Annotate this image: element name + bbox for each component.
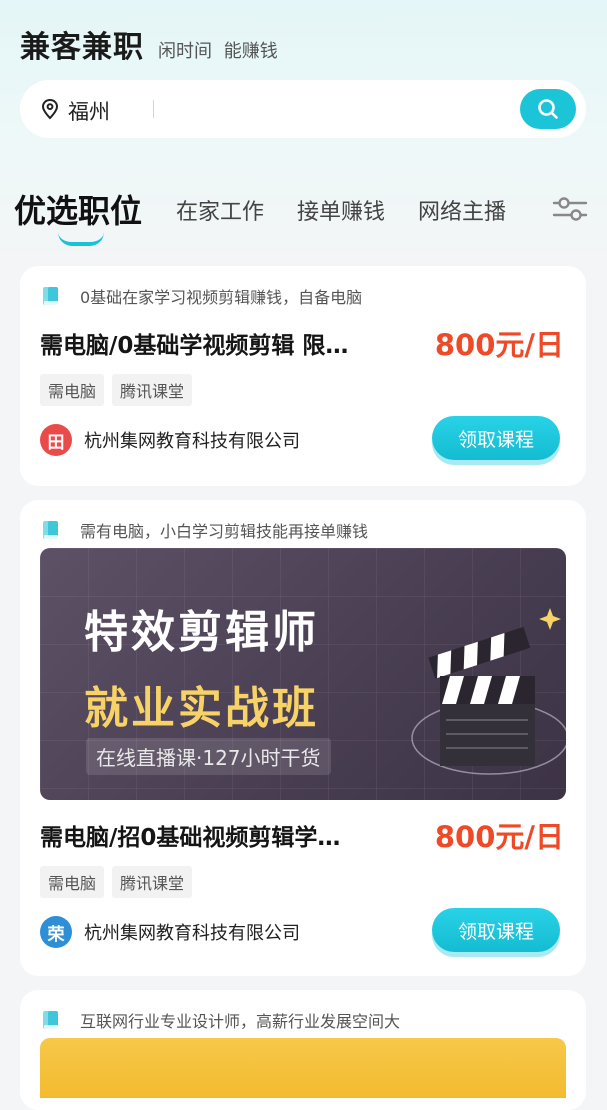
search-divider: [153, 100, 154, 118]
search-icon: [538, 99, 558, 119]
company-avatar: 田: [40, 424, 72, 456]
job-card[interactable]: 需有电脑，小白学习剪辑技能再接单赚钱 特效剪辑师 就业实战班 在线直播课·127…: [20, 500, 586, 976]
job-card[interactable]: 互联网行业专业设计师，高薪行业发展空间大: [20, 990, 586, 1110]
search-bar[interactable]: 福州: [20, 80, 586, 138]
category-tabs: 优选职位 在家工作 接单赚钱 网络主播: [0, 186, 607, 246]
job-title: 需电脑/0基础学视频剪辑 限…: [40, 333, 349, 359]
banner-title: 特效剪辑师: [84, 607, 319, 658]
tab-live-streamer[interactable]: 网络主播: [418, 194, 506, 226]
company-row: 田 杭州集网教育科技有限公司: [40, 424, 300, 456]
search-button[interactable]: [520, 89, 576, 129]
tab-work-from-home[interactable]: 在家工作: [176, 194, 264, 226]
job-tags: 需电脑 腾讯课堂: [40, 866, 193, 898]
company-name: 杭州集网教育科技有限公司: [84, 431, 300, 452]
job-salary: 800元/日: [434, 328, 564, 362]
company-name: 杭州集网教育科技有限公司: [84, 923, 300, 944]
book-icon: [43, 1011, 58, 1029]
book-icon: [43, 521, 58, 539]
filter-sliders-icon[interactable]: [552, 194, 588, 224]
job-tag: 需电脑: [40, 374, 105, 406]
get-course-button[interactable]: 领取课程: [432, 416, 560, 460]
course-banner-image[interactable]: 特效剪辑师 就业实战班 在线直播课·127小时干货: [40, 548, 566, 800]
job-subtitle: 互联网行业专业设计师，高薪行业发展空间大: [80, 1012, 401, 1031]
get-course-button[interactable]: 领取课程: [432, 908, 560, 952]
company-row: 荣 杭州集网教育科技有限公司: [40, 916, 300, 948]
clapperboard-icon: [411, 608, 566, 775]
job-tag: 腾讯课堂: [112, 866, 193, 898]
course-banner-image[interactable]: [40, 1038, 566, 1098]
city-selector[interactable]: 福州: [68, 96, 110, 126]
job-subtitle: 0基础在家学习视频剪辑赚钱，自备电脑: [80, 288, 363, 307]
job-card-subtitle-row: 0基础在家学习视频剪辑赚钱，自备电脑: [42, 284, 362, 308]
job-card[interactable]: 0基础在家学习视频剪辑赚钱，自备电脑 需电脑/0基础学视频剪辑 限… 800元/…: [20, 266, 586, 486]
job-subtitle: 需有电脑，小白学习剪辑技能再接单赚钱: [80, 522, 369, 541]
job-card-subtitle-row: 需有电脑，小白学习剪辑技能再接单赚钱: [42, 518, 368, 542]
banner-subtitle: 就业实战班: [84, 683, 319, 734]
location-pin-icon: [41, 98, 59, 120]
job-tag: 腾讯课堂: [112, 374, 193, 406]
job-title: 需电脑/招0基础视频剪辑学…: [40, 825, 341, 851]
job-tags: 需电脑 腾讯课堂: [40, 374, 193, 406]
banner-caption: 在线直播课·127小时干货: [86, 738, 331, 775]
app-tagline: 闲时间 能赚钱: [158, 41, 278, 62]
job-salary: 800元/日: [434, 820, 564, 854]
app-header: 兼客兼职 闲时间 能赚钱: [20, 22, 278, 66]
job-tag: 需电脑: [40, 866, 105, 898]
tab-featured[interactable]: 优选职位: [14, 186, 142, 232]
tab-take-orders[interactable]: 接单赚钱: [297, 194, 385, 226]
job-card-subtitle-row: 互联网行业专业设计师，高薪行业发展空间大: [42, 1008, 400, 1032]
book-icon: [43, 287, 58, 305]
company-avatar: 荣: [40, 916, 72, 948]
app-title: 兼客兼职: [20, 30, 144, 65]
active-tab-indicator: [58, 232, 104, 246]
